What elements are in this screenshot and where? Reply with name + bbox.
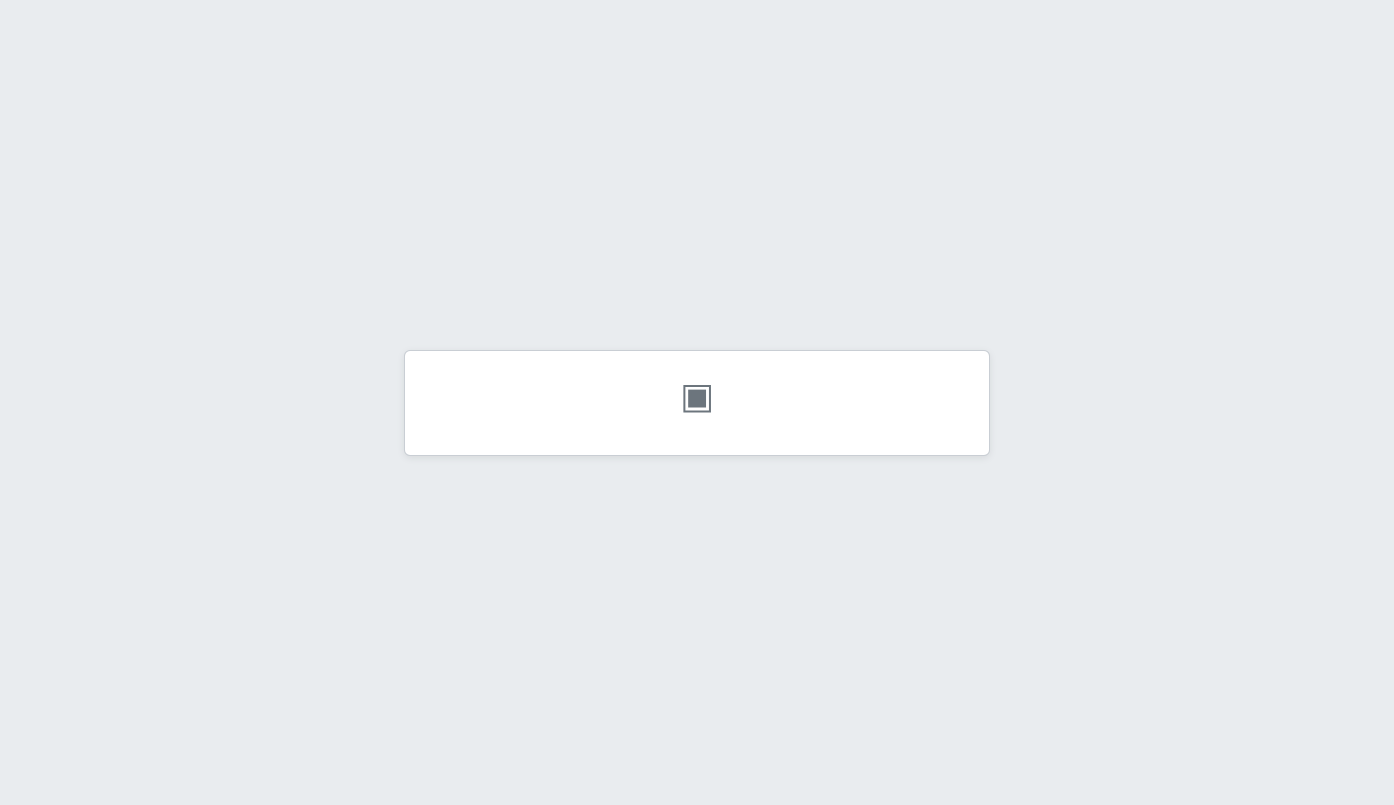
placeholder-panel: ▣ <box>404 349 990 456</box>
image-missing-icon: ▣ <box>679 375 714 417</box>
